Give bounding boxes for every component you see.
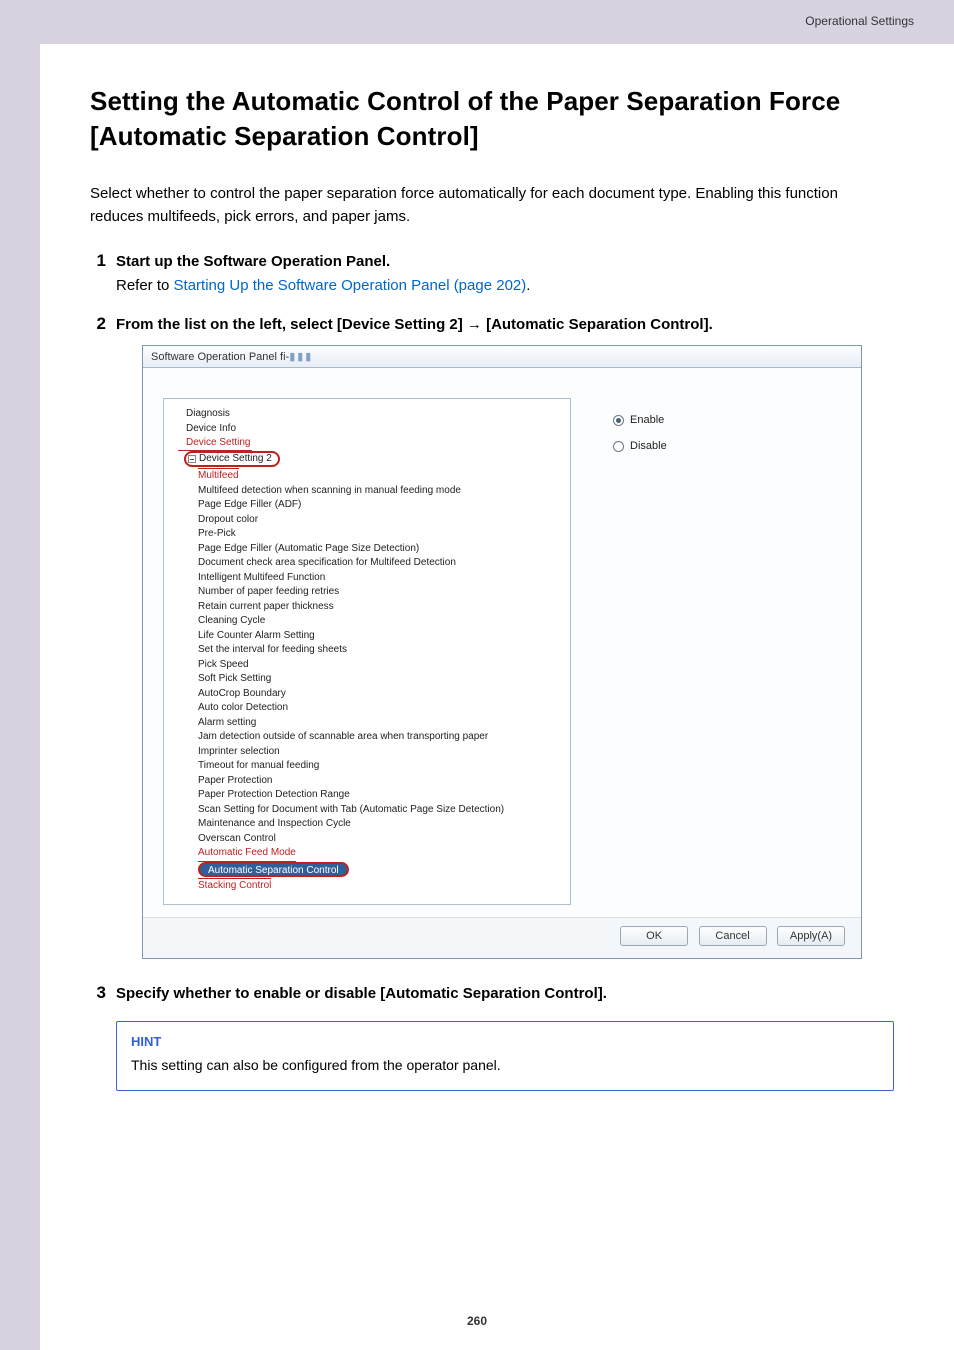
section-name: Operational Settings [805,14,914,28]
radio-disable-label: Disable [630,440,667,452]
dialog-title-fade: ▮▮▮ [289,351,313,363]
tree-item[interactable]: Auto color Detection [198,701,556,716]
left-gutter [0,0,40,1350]
step-number: 2 [90,314,116,334]
tree-item[interactable]: Cleaning Cycle [198,614,556,629]
tree-item[interactable]: Timeout for manual feeding [198,759,556,774]
cancel-button[interactable]: Cancel [699,926,767,946]
tree-item[interactable]: Automatic Feed Mode [198,846,296,862]
tree-item[interactable]: Pre-Pick [198,527,556,542]
header-band: Operational Settings [0,0,954,44]
radio-enable-label: Enable [630,414,664,426]
tree-item[interactable]: Multifeed detection when scanning in man… [198,484,556,499]
radio-disable-row[interactable]: Disable [613,440,667,452]
tree-item[interactable]: Scan Setting for Document with Tab (Auto… [198,803,556,818]
radio-enable[interactable] [613,415,624,426]
dialog-titlebar: Software Operation Panel fi-▮▮▮ [143,346,861,368]
tree-item[interactable]: Maintenance and Inspection Cycle [198,817,556,832]
page: Operational Settings Setting the Automat… [0,0,954,1350]
tree-item[interactable]: Intelligent Multifeed Function [198,571,556,586]
tree-item[interactable]: Paper Protection [198,774,556,789]
page-number: 260 [0,1314,954,1328]
step-number: 1 [90,251,116,271]
tree-item[interactable]: Soft Pick Setting [198,672,556,687]
tree-item-device-setting[interactable]: Device Setting [178,436,252,451]
content-area: Setting the Automatic Control of the Pap… [40,44,954,1350]
tree-item[interactable]: Set the interval for feeding sheets [198,643,556,658]
step-number: 3 [90,983,116,1003]
settings-tree[interactable]: Diagnosis Device Info Device Setting Dev… [163,398,571,905]
tree-item[interactable]: Pick Speed [198,658,556,673]
tree-item[interactable]: Page Edge Filler (Automatic Page Size De… [198,542,556,557]
intro-text: Select whether to control the paper sepa… [90,182,894,229]
hint-label: HINT [131,1034,879,1049]
steps-list: 1 Start up the Software Operation Panel.… [90,251,894,1005]
step-1-sub: Refer to Starting Up the Software Operat… [116,274,894,297]
hint-text: This setting can also be configured from… [131,1055,879,1076]
collapse-icon[interactable] [188,455,196,463]
tree-item[interactable]: Document check area specification for Mu… [198,556,556,571]
tree-item-automatic-separation-control[interactable]: Automatic Separation Control [198,862,349,877]
step-2-title: From the list on the left, select [Devic… [116,314,894,336]
tree-item[interactable]: Dropout color [198,513,556,528]
tree-item[interactable]: Jam detection outside of scannable area … [198,730,556,745]
dialog-title-text: Software Operation Panel fi- [151,351,289,363]
tree-item-device-setting-2[interactable]: Device Setting 2 [184,451,280,467]
step-1-link[interactable]: Starting Up the Software Operation Panel… [174,277,527,294]
tree-item-device-info[interactable]: Device Info [178,422,556,437]
page-title: Setting the Automatic Control of the Pap… [90,84,894,154]
step-1-sub-suffix: . [526,277,530,294]
dialog-footer: OK Cancel Apply(A) [143,917,861,958]
tree-item[interactable]: Page Edge Filler (ADF) [198,498,556,513]
tree-item[interactable]: Paper Protection Detection Range [198,788,556,803]
tree-item[interactable]: Retain current paper thickness [198,600,556,615]
step-3-title: Specify whether to enable or disable [Au… [116,983,894,1005]
tree-item-stacking-control[interactable]: Stacking Control [198,878,271,894]
tree-item-multifeed[interactable]: Multifeed [198,468,239,484]
step-1-title: Start up the Software Operation Panel. [116,251,894,273]
device-setting-2-label: Device Setting 2 [199,452,272,466]
radio-enable-row[interactable]: Enable [613,414,667,426]
radio-disable[interactable] [613,441,624,452]
screenshot-figure: Software Operation Panel fi-▮▮▮ Diagnosi… [142,345,894,959]
tree-item[interactable]: AutoCrop Boundary [198,687,556,702]
hint-box: HINT This setting can also be configured… [116,1021,894,1091]
ok-button[interactable]: OK [620,926,688,946]
tree-item[interactable]: Imprinter selection [198,745,556,760]
tree-item[interactable]: Life Counter Alarm Setting [198,629,556,644]
tree-item[interactable]: Overscan Control [198,832,556,847]
radio-group: Enable Disable [613,414,667,466]
step-1-sub-prefix: Refer to [116,277,174,294]
tree-item[interactable]: Alarm setting [198,716,556,731]
apply-button[interactable]: Apply(A) [777,926,845,946]
dialog-window: Software Operation Panel fi-▮▮▮ Diagnosi… [142,345,862,959]
tree-item-diagnosis[interactable]: Diagnosis [178,407,556,422]
tree-item[interactable]: Number of paper feeding retries [198,585,556,600]
